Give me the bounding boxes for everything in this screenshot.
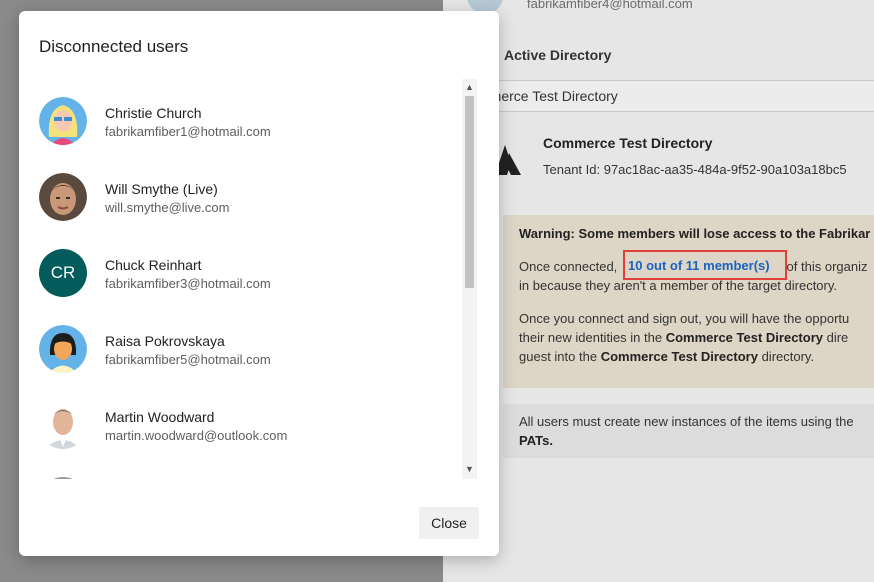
avatar — [39, 401, 87, 449]
user-name: Chuck Reinhart — [105, 257, 202, 273]
user-name: Martin Woodward — [105, 409, 215, 425]
members-link[interactable]: 10 out of 11 member(s) — [628, 258, 770, 273]
scrollbar-thumb[interactable] — [465, 96, 474, 288]
user-name: Christie Church — [105, 105, 202, 121]
disconnected-users-dialog: Disconnected users Christie Church fabri… — [19, 11, 499, 556]
warning-line-4-post: dire — [826, 330, 849, 345]
avatar: CR — [39, 249, 87, 297]
warning-line-5-post: directory. — [761, 349, 815, 364]
owner-email: fabrikamfiber4@hotmail.com — [527, 0, 693, 11]
warning-line-5-pre: guest into the — [519, 349, 598, 364]
list-scrollbar[interactable]: ▲ ▼ — [462, 79, 477, 479]
warning-line-5: guest into the Commerce Test Directory d… — [519, 349, 814, 364]
directory-name: Commerce Test Directory — [543, 135, 713, 151]
user-email: fabrikamfiber1@hotmail.com — [105, 124, 271, 139]
close-button[interactable]: Close — [419, 507, 479, 539]
user-email: will.smythe@live.com — [105, 200, 230, 215]
user-email: fabrikamfiber3@hotmail.com — [105, 276, 271, 291]
avatar — [39, 97, 87, 145]
scroll-down-arrow-icon[interactable]: ▼ — [462, 464, 477, 474]
dialog-title: Disconnected users — [39, 37, 189, 56]
warning-line-3: Once you connect and sign out, you will … — [519, 311, 850, 326]
warning-line-1-pre: Once connected, — [519, 259, 618, 274]
info-line-2: PATs. — [519, 433, 553, 448]
warning-line-4-pre: their new identities in the — [519, 330, 663, 345]
warning-line-2: in because they aren't a member of the t… — [519, 278, 838, 293]
warning-line-5-bold: Commerce Test Directory — [600, 349, 758, 364]
avatar — [39, 325, 87, 373]
list-item[interactable]: Christie Church fabrikamfiber1@hotmail.c… — [39, 97, 459, 157]
warning-line-4: their new identities in the Commerce Tes… — [519, 330, 848, 345]
avatar — [39, 477, 87, 479]
scroll-up-arrow-icon[interactable]: ▲ — [462, 82, 477, 92]
aad-heading: Active Directory — [504, 47, 612, 63]
info-banner — [503, 404, 874, 458]
user-name: Raisa Pokrovskaya — [105, 333, 225, 349]
list-item[interactable]: Will Smythe (Live) will.smythe@live.com — [39, 173, 459, 233]
tenant-id: Tenant Id: 97ac18ac-aa35-484a-9f52-90a10… — [543, 162, 847, 177]
warning-line-4-bold: Commerce Test Directory — [665, 330, 823, 345]
user-email: fabrikamfiber5@hotmail.com — [105, 352, 271, 367]
warning-line-1-post: of this organiz — [786, 259, 868, 274]
user-list: Christie Church fabrikamfiber1@hotmail.c… — [19, 79, 464, 479]
warning-title: Warning: Some members will lose access t… — [519, 226, 871, 241]
user-email: martin.woodward@outlook.com — [105, 428, 288, 443]
avatar — [39, 173, 87, 221]
user-name: Will Smythe (Live) — [105, 181, 218, 197]
info-line-1: All users must create new instances of t… — [519, 414, 854, 429]
list-item[interactable]: Raisa Pokrovskaya fabrikamfiber5@hotmail… — [39, 325, 459, 385]
azure-ad-logo-icon — [495, 145, 521, 175]
list-item[interactable]: Martin Woodward martin.woodward@outlook.… — [39, 401, 459, 461]
list-item[interactable] — [39, 477, 459, 479]
list-item[interactable]: CR Chuck Reinhart fabrikamfiber3@hotmail… — [39, 249, 459, 309]
